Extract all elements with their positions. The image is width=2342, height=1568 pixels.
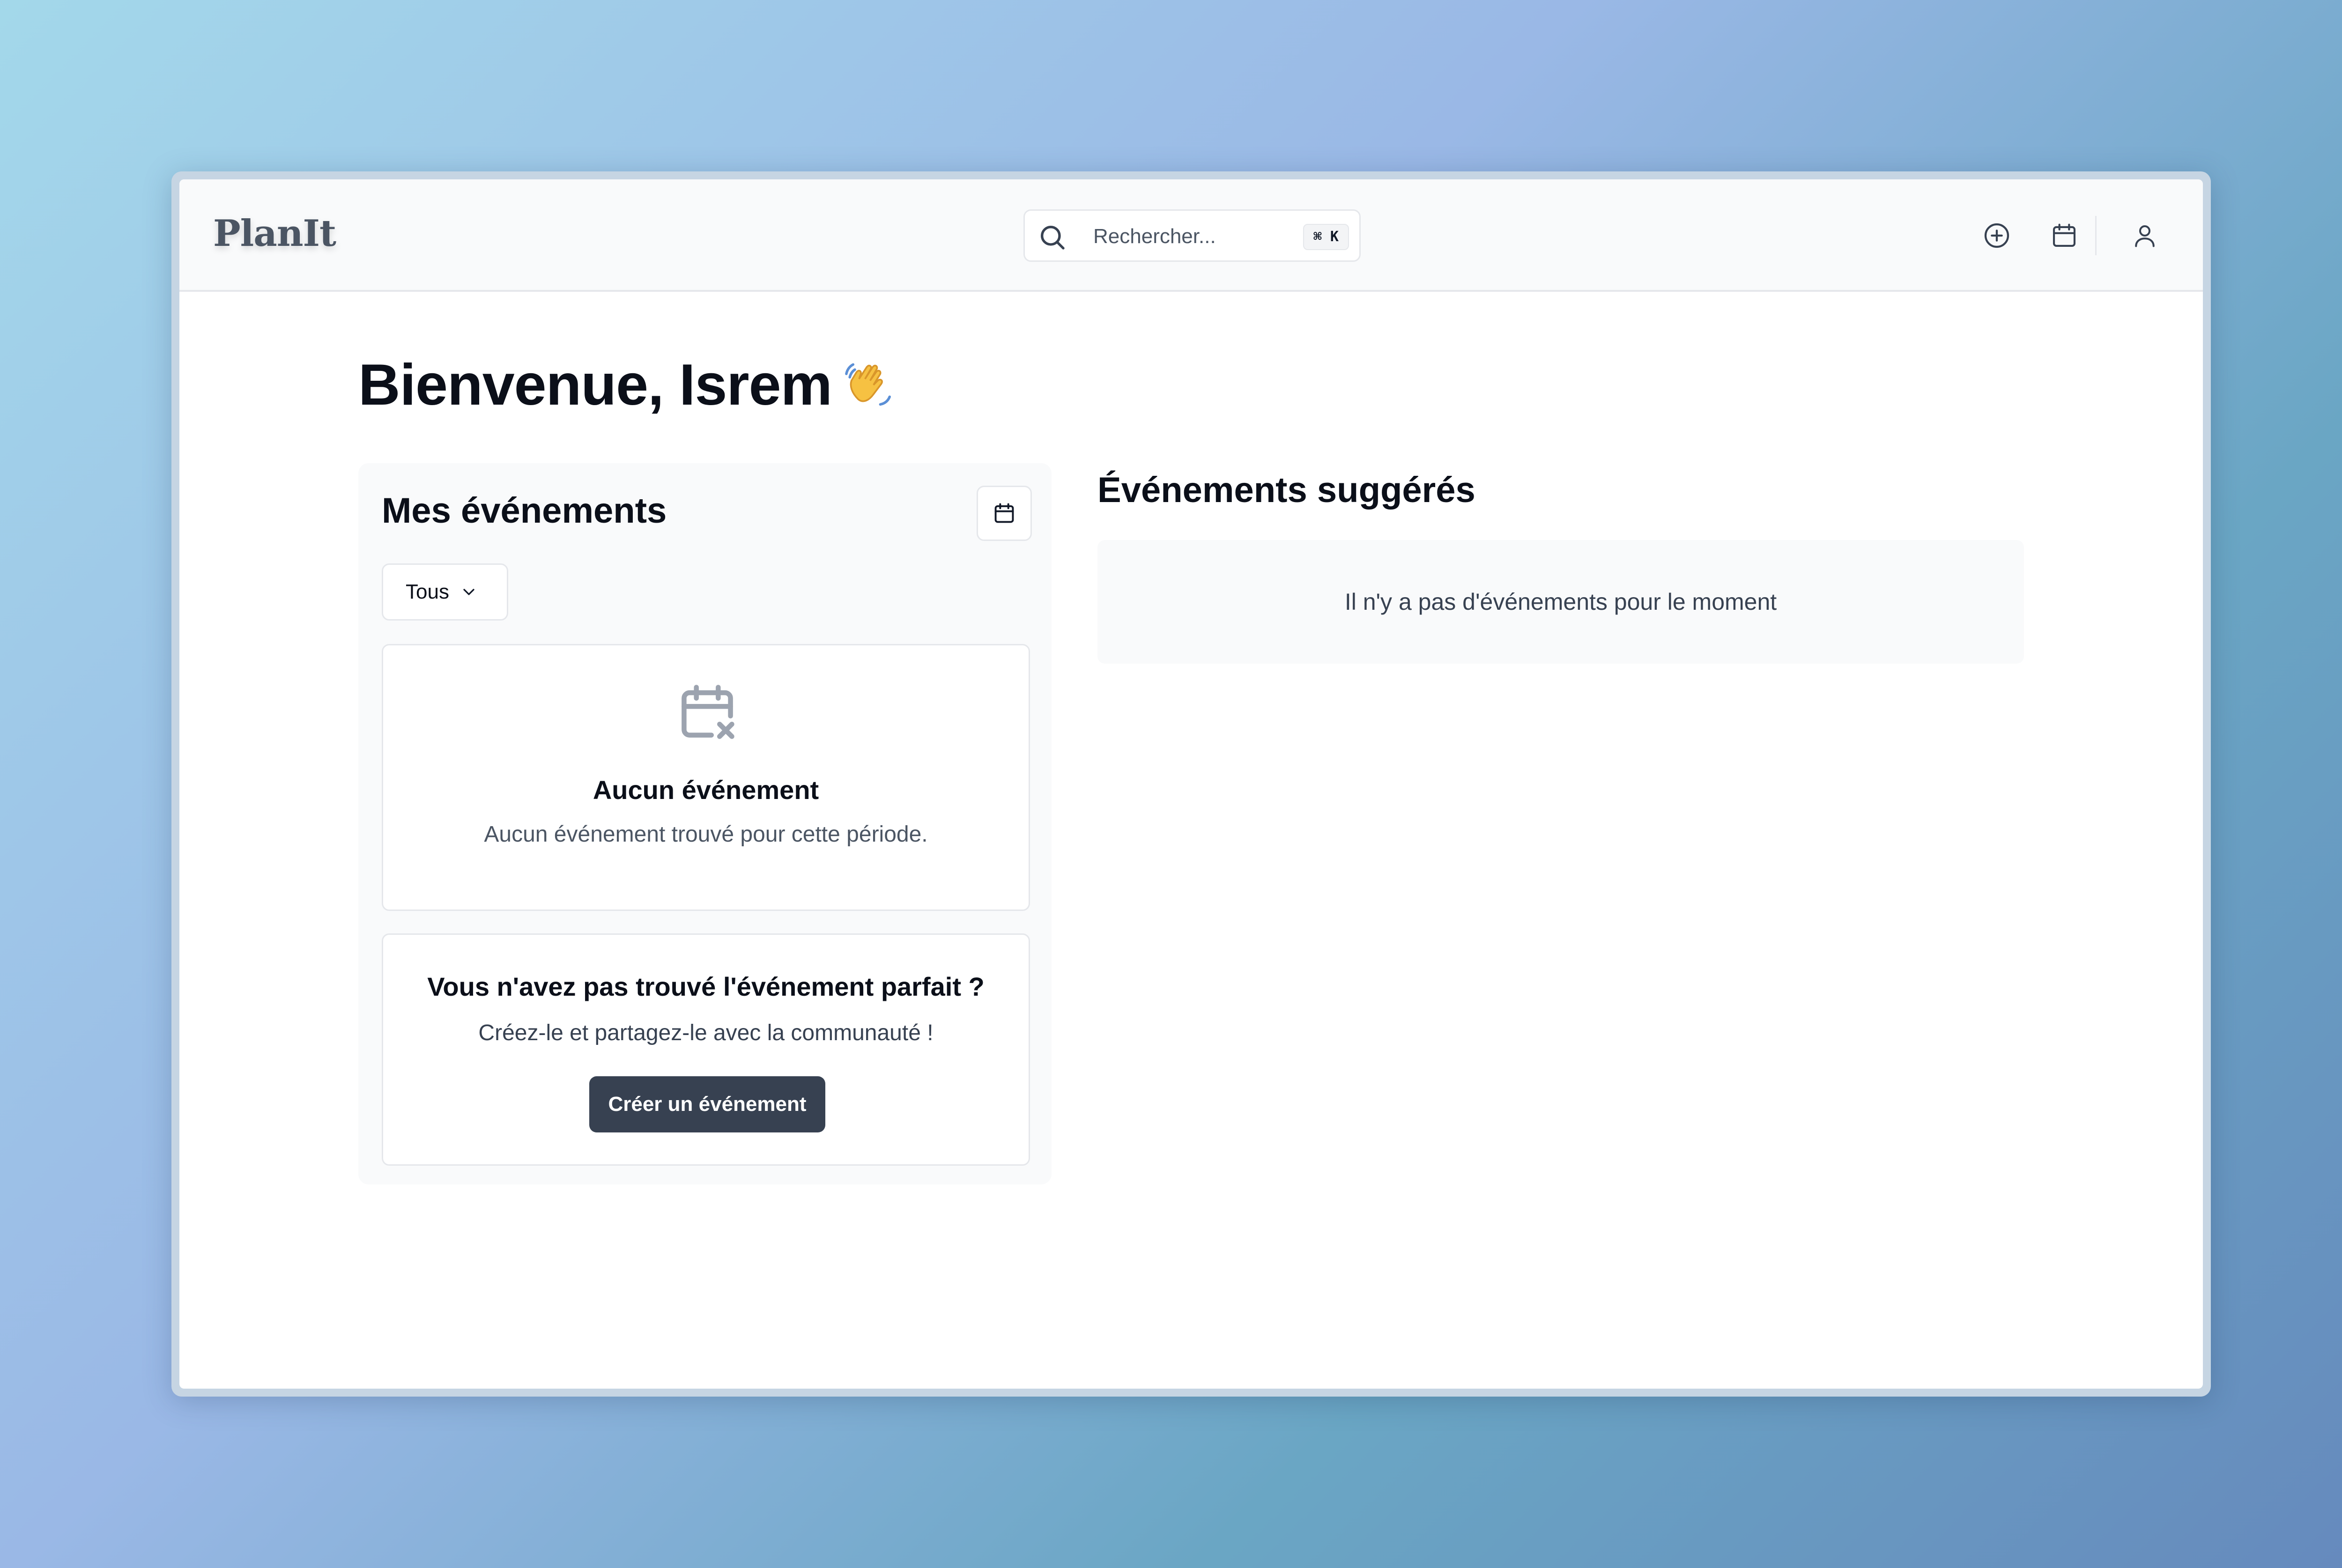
calendar-view-button[interactable] [977,486,1032,541]
keyboard-shortcut-badge: ⌘ K [1303,224,1349,250]
event-filter-dropdown[interactable]: Tous [382,563,508,621]
top-navbar: PlanIt Rechercher... ⌘ K [179,179,2203,292]
navbar-divider [2095,216,2097,255]
calendar-nav-button[interactable] [2046,217,2083,254]
create-event-button[interactable]: Créer un événement [589,1076,825,1132]
app-viewport: PlanIt Rechercher... ⌘ K Bienvenue, Isre… [179,179,2203,1389]
empty-events-card: Aucun événement Aucun événement trouvé p… [382,644,1030,911]
empty-state-title: Aucun événement [593,775,819,805]
prompt-title: Vous n'avez pas trouvé l'événement parfa… [427,972,985,1001]
welcome-text: Bienvenue, Isrem [358,353,832,417]
chevron-down-icon [463,589,474,595]
search-bar[interactable]: Rechercher... ⌘ K [1023,209,1361,262]
prompt-text: Créez-le et partagez-le avec la communau… [478,1021,934,1045]
waving-hand-icon [845,363,891,406]
empty-state-text: Aucun événement trouvé pour cette périod… [484,822,928,847]
my-events-panel: Mes événements Tous Aucun événement Aucu… [358,463,1052,1184]
brand-logo[interactable]: PlanIt [213,212,336,255]
profile-button[interactable] [2126,217,2164,254]
browser-window: PlanIt Rechercher... ⌘ K Bienvenue, Isre… [171,171,2211,1397]
user-icon [2135,225,2155,247]
search-input[interactable]: Rechercher... [1093,225,1216,248]
suggested-events-title: Événements suggérés [1097,470,1475,510]
create-event-button[interactable] [1978,217,2016,254]
suggested-events-empty-box: Il n'y a pas d'événements pour le moment [1097,540,2024,664]
plus-circle-icon [1984,223,2009,248]
suggested-empty-text: Il n'y a pas d'événements pour le moment [1344,589,1777,615]
create-event-prompt-card: Vous n'avez pas trouvé l'événement parfa… [382,933,1030,1166]
calendar-icon [994,503,1014,523]
filter-selected-value: Tous [406,580,449,603]
my-events-title: Mes événements [382,491,667,531]
search-icon [1041,226,1065,250]
calendar-x-icon [682,685,734,739]
calendar-icon [2053,223,2076,247]
page-title: Bienvenue, Isrem [358,352,896,418]
